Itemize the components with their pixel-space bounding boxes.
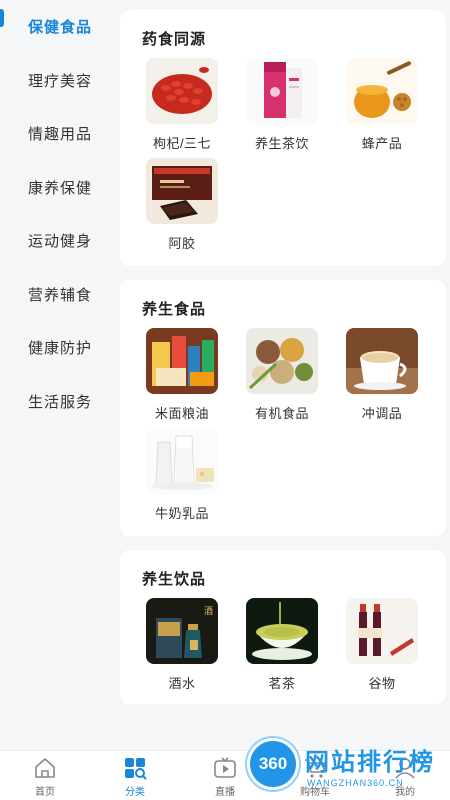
category-content: 药食同源 枸杞/三七 养生茶饮 蜂产品 阿胶 养生食品 米面粮油 有机食品 冲调… [110, 0, 450, 750]
svg-text:酒: 酒 [204, 606, 213, 616]
honey-image [346, 58, 418, 124]
sidebar-item-label: 生活服务 [28, 393, 93, 411]
product-label: 酒水 [168, 676, 196, 691]
section-title: 药食同源 [142, 31, 207, 48]
product-bee[interactable]: 蜂产品 [342, 58, 422, 152]
product-label: 枸杞/三七 [152, 136, 212, 151]
section-card-health-food: 养生食品 米面粮油 有机食品 冲调品 牛奶乳品 [120, 280, 446, 536]
milk-dairy-image [146, 428, 218, 494]
product-label: 养生茶饮 [254, 136, 309, 151]
grain-oil-image [146, 328, 218, 394]
drink-powder-image [346, 328, 418, 394]
tea-box-image [246, 58, 318, 124]
sidebar-item-label: 营养辅食 [28, 286, 93, 304]
product-health-tea[interactable]: 养生茶饮 [242, 58, 322, 152]
goji-berry-image [146, 58, 218, 124]
section-title: 养生食品 [142, 301, 207, 318]
watermark-text: 网站排行榜 [305, 749, 435, 776]
product-label: 冲调品 [361, 406, 403, 421]
tab-label: 首页 [35, 787, 55, 798]
product-grain[interactable]: 谷物 [342, 598, 422, 692]
product-organic[interactable]: 有机食品 [242, 328, 322, 422]
sidebar-item-wellness[interactable]: 康养保健 [0, 161, 110, 215]
sidebar-item-protection[interactable]: 健康防护 [0, 321, 110, 375]
product-label: 有机食品 [254, 406, 309, 421]
section-title: 养生饮品 [142, 571, 207, 588]
sidebar-item-label: 理疗美容 [28, 72, 93, 90]
sidebar-item-therapy-beauty[interactable]: 理疗美容 [0, 54, 110, 108]
tab-label: 分类 [125, 787, 145, 798]
product-label: 牛奶乳品 [154, 506, 209, 521]
sidebar-item-label: 情趣用品 [28, 126, 93, 144]
product-liquor[interactable]: 酒 酒水 [142, 598, 222, 692]
category-sidebar: 保健食品 理疗美容 情趣用品 康养保健 运动健身 营养辅食 健康防护 生活服务 [0, 0, 110, 750]
product-grain-oil[interactable]: 米面粮油 [142, 328, 222, 422]
home-icon [35, 758, 55, 778]
liquor-image: 酒 [146, 598, 218, 664]
sidebar-item-label: 康养保健 [28, 179, 93, 197]
product-tea[interactable]: 茗茶 [242, 598, 322, 692]
live-icon [214, 757, 236, 778]
organic-food-image [246, 328, 318, 394]
section-card-medicinal-food: 药食同源 枸杞/三七 养生茶饮 蜂产品 阿胶 [120, 10, 446, 266]
tab-category[interactable]: 分类 [105, 755, 165, 798]
sidebar-item-label: 保健食品 [28, 19, 93, 37]
product-goji[interactable]: 枸杞/三七 [142, 58, 222, 152]
product-label: 谷物 [368, 676, 396, 691]
product-label: 阿胶 [168, 236, 196, 251]
sidebar-item-label: 运动健身 [28, 233, 93, 251]
product-dairy[interactable]: 牛奶乳品 [142, 428, 222, 522]
watermark-badge: 360 [247, 738, 299, 790]
watermark-subtext: WANGZHAN360.CN [307, 778, 404, 788]
product-label: 米面粮油 [154, 406, 209, 421]
section-card-health-drinks: 养生饮品 酒 酒水 茗茶 谷物 [120, 550, 446, 704]
sidebar-item-adult-products[interactable]: 情趣用品 [0, 107, 110, 161]
product-ejiao[interactable]: 阿胶 [142, 158, 222, 252]
sidebar-item-life-service[interactable]: 生活服务 [0, 375, 110, 429]
product-label: 蜂产品 [361, 136, 403, 151]
sidebar-item-nutrition[interactable]: 营养辅食 [0, 268, 110, 322]
sidebar-item-label: 健康防护 [28, 340, 93, 358]
ejiao-image [146, 158, 218, 224]
watermark-logo: 360 网站排行榜 WANGZHAN360.CN [243, 738, 450, 800]
grain-drink-image [346, 598, 418, 664]
tab-home[interactable]: 首页 [15, 755, 75, 798]
category-icon [125, 758, 147, 780]
product-label: 茗茶 [268, 676, 296, 691]
tea-cup-image [246, 598, 318, 664]
sidebar-item-health-food[interactable]: 保健食品 [0, 0, 110, 54]
sidebar-item-fitness[interactable]: 运动健身 [0, 214, 110, 268]
product-drink-powder[interactable]: 冲调品 [342, 328, 422, 422]
